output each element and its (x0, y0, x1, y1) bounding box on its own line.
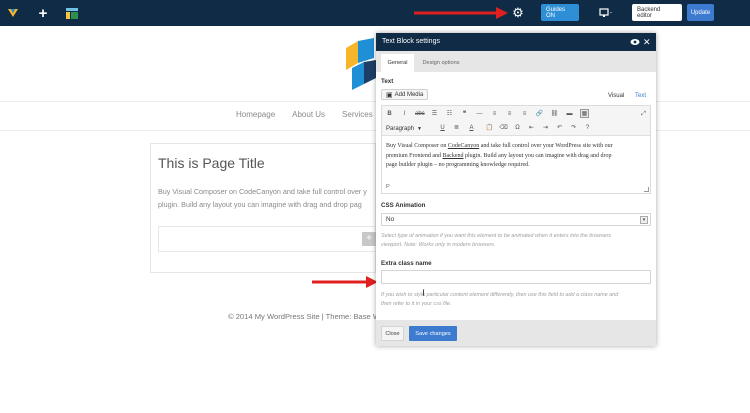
empty-row (158, 226, 376, 252)
nav-item-services[interactable]: Services (342, 110, 373, 119)
fullscreen-icon[interactable]: ⤢ (639, 110, 648, 119)
nav-item-homepage[interactable]: Homepage (236, 110, 275, 119)
annotation-arrow-top (414, 7, 508, 19)
close-icon[interactable]: ✕ (643, 36, 651, 48)
help-icon[interactable]: ? (583, 124, 592, 133)
chevron-down-icon: ▼ (417, 125, 422, 132)
redo-icon[interactable]: ↷ (569, 124, 578, 133)
text-color-icon[interactable]: A (467, 124, 476, 133)
toolbar-toggle-icon[interactable]: ▦ (580, 109, 589, 118)
composer-logo-icon[interactable] (5, 0, 21, 26)
guides-button[interactable]: Guides ON (541, 4, 579, 21)
blockquote-icon[interactable]: ❝ (460, 110, 469, 119)
align-center-icon[interactable]: ≡ (505, 110, 514, 119)
nav-item-about-us[interactable]: About Us (292, 110, 325, 119)
site-navigation: Homepage About Us Services (236, 110, 373, 119)
indent-icon[interactable]: ⇥ (541, 124, 550, 133)
undo-icon[interactable]: ↶ (555, 124, 564, 133)
media-icon: ▣ (386, 91, 393, 99)
justify-icon[interactable]: ≣ (452, 124, 461, 133)
site-logo (346, 38, 376, 90)
eye-icon[interactable] (630, 36, 640, 48)
tab-general[interactable]: General (381, 54, 414, 72)
panel-tabs: General Design options (376, 51, 656, 72)
backend-editor-button[interactable]: Backend editor (632, 4, 682, 21)
strikethrough-icon[interactable]: abc (415, 110, 425, 119)
page-text-line: plugin. Build any layout you can imagine… (158, 200, 362, 209)
tab-visual[interactable]: Visual (608, 93, 624, 99)
page-title: This is Page Title (158, 155, 265, 171)
css-animation-value: No (386, 216, 395, 223)
clear-formatting-icon[interactable]: ⌫ (499, 124, 508, 133)
link-icon[interactable]: 🔗 (535, 110, 544, 119)
text-label: Text (381, 78, 394, 85)
tab-text[interactable]: Text (635, 93, 646, 99)
italic-icon[interactable]: I (400, 110, 409, 119)
site-footer: © 2014 My WordPress Site | Theme: Base W (228, 312, 381, 321)
paste-text-icon[interactable]: 📋 (485, 124, 494, 133)
editor-toolbar: B I abc ☰ ☷ ❝ — ≡ ≡ ≡ 🔗 ⛓ ▬ ▦ ⤢ Paragrap… (382, 106, 650, 136)
page-text-block[interactable]: Buy Visual Composer on CodeCanyon and ta… (158, 185, 376, 211)
gear-icon[interactable]: ⚙ (510, 0, 526, 26)
css-animation-help: Select type of animation if you want thi… (381, 233, 612, 248)
plus-icon[interactable]: + (35, 0, 51, 26)
tab-design-options[interactable]: Design options (416, 54, 466, 72)
chevron-down-icon: ▾ (640, 216, 648, 224)
special-character-icon[interactable]: Ω (513, 124, 522, 133)
underline-icon[interactable]: U (438, 124, 447, 133)
align-left-icon[interactable]: ≡ (490, 110, 499, 119)
unlink-icon[interactable]: ⛓ (550, 110, 559, 119)
mouse-cursor (423, 289, 426, 296)
text-block-settings-panel: Text Block settings ✕ General Design opt… (376, 33, 656, 346)
editor-content[interactable]: Buy Visual Composer on CodeCanyon and ta… (386, 142, 646, 171)
editor-topbar: + ⚙ Guides ON Backend editor Update (0, 0, 750, 26)
format-select-value: Paragraph (386, 125, 415, 132)
resize-handle[interactable] (644, 187, 649, 192)
monitor-icon[interactable] (596, 0, 616, 26)
extra-class-help: If you wish to style particular content … (381, 292, 619, 307)
read-more-icon[interactable]: ▬ (565, 110, 574, 119)
page-text-line: Buy Visual Composer on CodeCanyon and ta… (158, 187, 367, 196)
add-media-label: Add Media (394, 91, 424, 98)
update-button[interactable]: Update (687, 4, 714, 21)
css-animation-label: CSS Animation (381, 202, 426, 209)
content-line: page builder plugin – no programming kno… (386, 162, 530, 168)
element-path: P (386, 184, 390, 190)
align-right-icon[interactable]: ≡ (520, 110, 529, 119)
css-animation-select[interactable]: No ▾ (381, 213, 651, 226)
text-editor[interactable]: B I abc ☰ ☷ ❝ — ≡ ≡ ≡ 🔗 ⛓ ▬ ▦ ⤢ Paragrap… (381, 105, 651, 194)
extra-class-label: Extra class name (381, 260, 432, 267)
numbered-list-icon[interactable]: ☷ (445, 110, 454, 119)
extra-class-input[interactable] (381, 270, 651, 284)
panel-footer: Close Save changes (376, 320, 656, 346)
bold-icon[interactable]: B (385, 110, 394, 119)
plus-icon[interactable]: + (362, 232, 376, 246)
panel-title: Text Block settings (382, 38, 440, 45)
add-media-button[interactable]: ▣ Add Media (381, 89, 429, 100)
annotation-arrow-bottom (312, 276, 378, 288)
layout-icon[interactable] (64, 0, 80, 26)
content-line: premium Frontend and Backend plugin. Bui… (386, 152, 612, 159)
content-line: Buy Visual Composer on CodeCanyon and ta… (386, 143, 613, 149)
panel-header[interactable]: Text Block settings ✕ (376, 33, 656, 51)
close-button[interactable]: Close (381, 326, 404, 341)
outdent-icon[interactable]: ⇤ (527, 124, 536, 133)
horizontal-line-icon[interactable]: — (475, 110, 484, 119)
save-changes-button[interactable]: Save changes (409, 326, 457, 341)
bullet-list-icon[interactable]: ☰ (430, 110, 439, 119)
format-select[interactable]: Paragraph ▼ (386, 124, 422, 133)
